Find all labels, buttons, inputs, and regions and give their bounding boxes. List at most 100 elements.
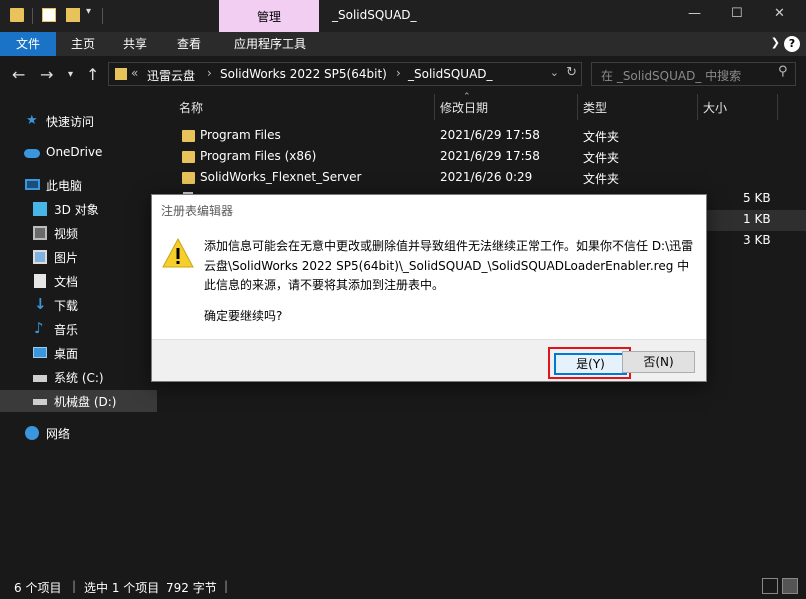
folder-icon[interactable] <box>10 8 24 22</box>
column-header-size[interactable]: 大小 <box>703 99 727 116</box>
dialog-title: 注册表编辑器 <box>161 204 234 218</box>
column-divider[interactable] <box>577 94 578 120</box>
nav-item-label: OneDrive <box>46 145 103 159</box>
customize-toolbar-icon[interactable]: ▾ <box>86 6 91 17</box>
table-row[interactable]: SolidWorks_Flexnet_Server 2021/6/26 0:29… <box>166 168 806 189</box>
file-date: 2021/6/29 17:58 <box>440 128 540 142</box>
column-divider[interactable] <box>434 94 435 120</box>
nav-item-label: 此电脑 <box>46 179 83 193</box>
download-icon: ↓ <box>34 295 47 313</box>
column-header-name[interactable]: 名称 <box>179 99 203 116</box>
properties-icon[interactable] <box>42 8 56 22</box>
address-bar[interactable]: « 迅雷云盘 › SolidWorks 2022 SP5(64bit) › _S… <box>108 62 582 86</box>
close-icon[interactable]: ✕ <box>774 6 785 21</box>
drive-icon <box>33 375 47 382</box>
picture-icon <box>33 250 47 264</box>
refresh-icon[interactable]: ↻ <box>566 65 577 80</box>
maximize-icon[interactable]: ☐ <box>731 6 743 21</box>
tab-view[interactable]: 查看 <box>166 32 212 56</box>
nav-item-label: 系统 (C:) <box>54 371 104 385</box>
forward-arrow-icon[interactable]: → <box>40 65 53 84</box>
table-row[interactable]: Program Files (x86) 2021/6/29 17:58 文件夹 <box>166 147 806 168</box>
file-size: 5 KB <box>743 191 771 205</box>
highlight-box: 是(Y) <box>548 347 631 379</box>
nav-item-this-pc[interactable]: 此电脑 <box>0 174 166 196</box>
column-header-date[interactable]: 修改日期 <box>440 99 488 116</box>
search-input[interactable] <box>591 62 796 86</box>
large-icons-view-icon[interactable] <box>782 578 798 594</box>
breadcrumb-item[interactable]: SolidWorks 2022 SP5(64bit) <box>220 67 387 81</box>
tab-file[interactable]: 文件 <box>0 32 56 56</box>
search-icon: ⚲ <box>778 64 788 79</box>
file-type: 文件夹 <box>583 130 620 144</box>
nav-item-videos[interactable]: 视频 <box>0 222 166 244</box>
minimize-icon[interactable]: — <box>688 6 701 21</box>
tab-application-tools[interactable]: 应用程序工具 <box>222 32 318 56</box>
nav-item-label: 桌面 <box>54 347 79 361</box>
folder-icon <box>182 130 195 142</box>
chevron-down-icon[interactable]: ❯ <box>771 36 780 49</box>
status-separator: | <box>224 579 229 593</box>
file-size: 1 KB <box>743 212 771 226</box>
tab-share[interactable]: 共享 <box>112 32 158 56</box>
nav-item-drive-c[interactable]: 系统 (C:) <box>0 366 166 388</box>
nav-item-label: 音乐 <box>54 323 79 337</box>
nav-item-onedrive[interactable]: OneDrive <box>0 142 166 164</box>
registry-editor-dialog: 注册表编辑器 添加信息可能会在无意中更改或删除值并导致组件无法继续正常工作。如果… <box>151 194 707 382</box>
column-divider[interactable] <box>697 94 698 120</box>
drive-icon <box>33 399 47 405</box>
help-icon[interactable]: ? <box>784 36 800 52</box>
selection-count: 选中 1 个项目 <box>84 581 160 595</box>
nav-item-label: 视频 <box>54 227 79 241</box>
title-bar: ▾ 管理 _SolidSQUAD_ — ☐ ✕ <box>0 0 806 32</box>
column-divider[interactable] <box>777 94 778 120</box>
nav-item-label: 网络 <box>46 427 71 441</box>
nav-item-music[interactable]: ♪ 音乐 <box>0 318 166 340</box>
chevron-right-icon[interactable]: › <box>207 66 212 80</box>
chevron-right-icon[interactable]: › <box>396 66 401 80</box>
file-list-header: ⌃ 名称 修改日期 类型 大小 <box>166 92 806 120</box>
status-separator: | <box>72 579 77 593</box>
nav-item-drive-d[interactable]: 机械盘 (D:) <box>0 390 157 412</box>
new-folder-icon[interactable] <box>66 8 80 22</box>
back-arrow-icon[interactable]: ← <box>12 65 25 84</box>
nav-item-3d-objects[interactable]: 3D 对象 <box>0 198 166 220</box>
chevron-down-icon[interactable]: ⌄ <box>550 66 559 79</box>
table-row[interactable]: Program Files 2021/6/29 17:58 文件夹 <box>166 126 806 147</box>
dialog-footer: 是(Y) 否(N) <box>152 339 706 381</box>
details-view-icon[interactable] <box>762 578 778 594</box>
video-icon <box>33 226 47 240</box>
nav-item-downloads[interactable]: ↓ 下载 <box>0 294 166 316</box>
nav-item-desktop[interactable]: 桌面 <box>0 342 166 364</box>
no-button[interactable]: 否(N) <box>622 351 695 373</box>
yes-button[interactable]: 是(Y) <box>554 353 627 375</box>
cube-icon <box>33 202 47 216</box>
nav-item-documents[interactable]: 文档 <box>0 270 166 292</box>
warning-icon <box>162 237 194 268</box>
window-title: _SolidSQUAD_ <box>332 8 417 22</box>
file-name: SolidWorks_Flexnet_Server <box>200 170 362 184</box>
separator <box>32 8 33 24</box>
dialog-message: 添加信息可能会在无意中更改或删除值并导致组件无法继续正常工作。如果你不信任 D:… <box>204 239 694 292</box>
dialog-question: 确定要继续吗? <box>204 309 283 323</box>
document-icon <box>34 274 46 288</box>
nav-item-label: 文档 <box>54 275 79 289</box>
up-arrow-icon[interactable]: ↑ <box>86 65 99 84</box>
nav-item-quick-access[interactable]: ★ 快速访问 <box>0 110 166 132</box>
item-count: 6 个项目 <box>14 581 62 595</box>
tab-home[interactable]: 主页 <box>60 32 106 56</box>
column-header-type[interactable]: 类型 <box>583 99 607 116</box>
overflow-chevron-icon[interactable]: « <box>131 66 138 80</box>
file-date: 2021/6/26 0:29 <box>440 170 533 184</box>
folder-icon <box>115 68 127 80</box>
recent-locations-icon[interactable]: ▾ <box>68 69 73 80</box>
breadcrumb-item[interactable]: 迅雷云盘 <box>147 67 195 84</box>
context-tab-manage[interactable]: 管理 <box>219 0 319 32</box>
breadcrumb-item[interactable]: _SolidSQUAD_ <box>408 67 493 81</box>
file-type: 文件夹 <box>583 151 620 165</box>
star-icon: ★ <box>26 113 38 128</box>
nav-item-pictures[interactable]: 图片 <box>0 246 166 268</box>
file-size: 3 KB <box>743 233 771 247</box>
nav-item-network[interactable]: 网络 <box>0 422 166 444</box>
cloud-icon <box>24 149 40 158</box>
